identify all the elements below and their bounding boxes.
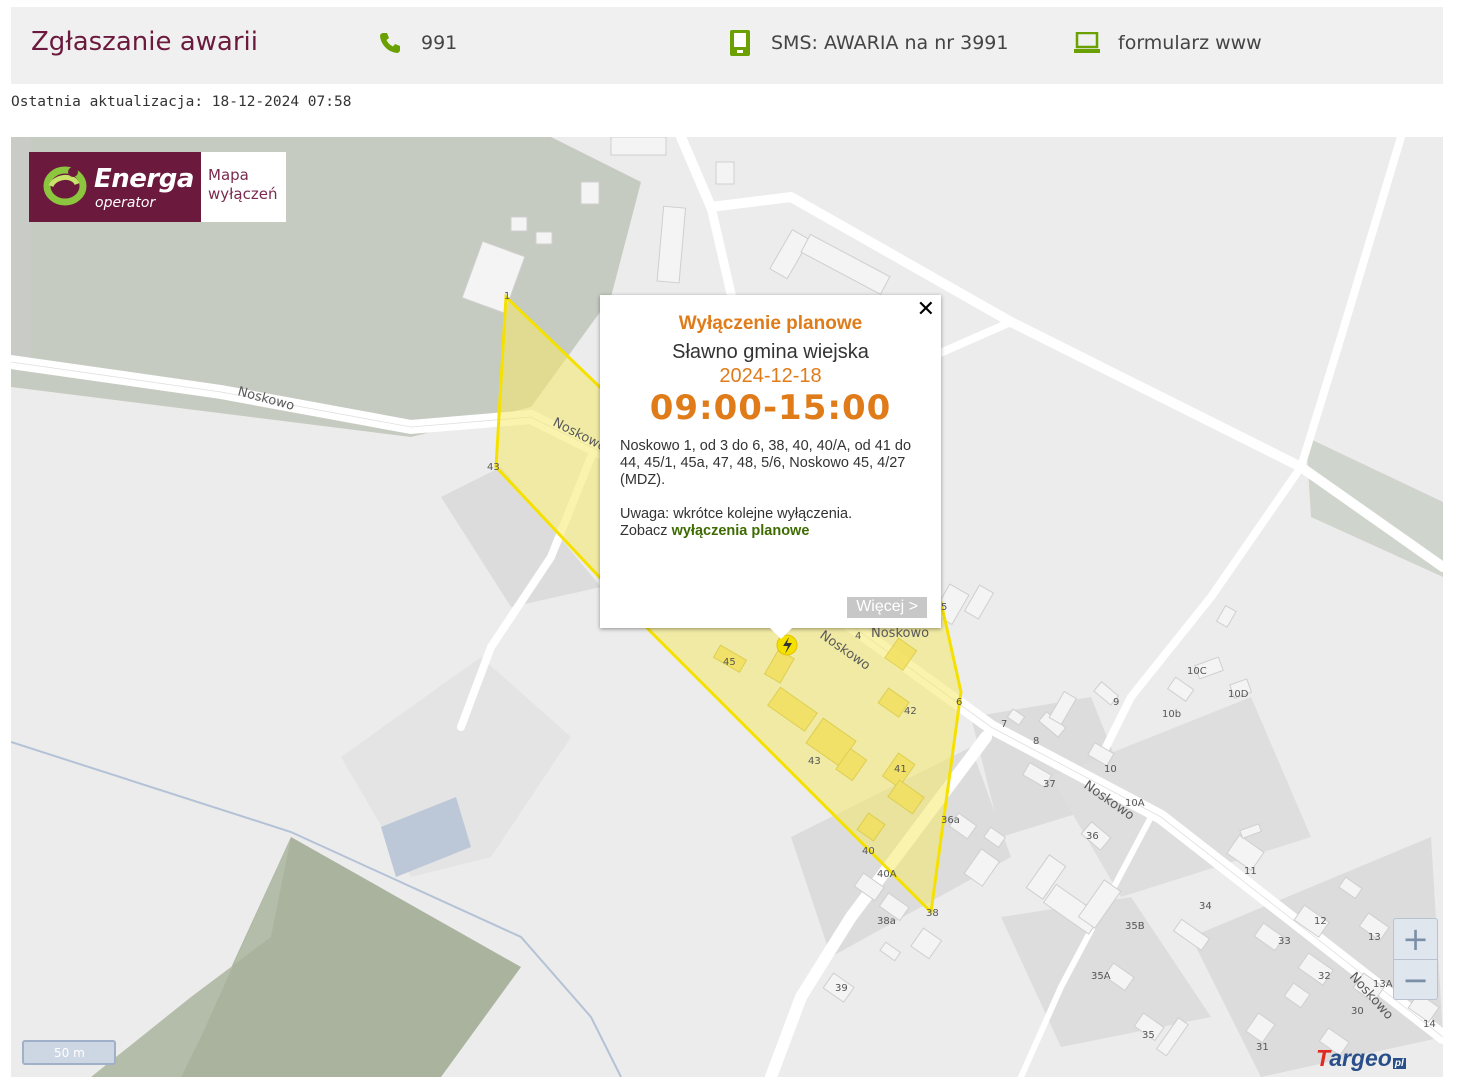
outage-note: Uwaga: wkrótce kolejne wyłączenia. Zobac… [620,506,931,540]
sms-text: SMS: AWARIA na nr 3991 [771,32,1009,54]
energa-logo[interactable]: Energa operator Mapa wyłączeń [29,152,286,222]
web-form-link[interactable]: formularz www [1118,32,1262,54]
popup-tail [770,628,792,639]
house-number: 43 [487,462,500,473]
house-number: 36 [1086,831,1099,842]
house-number: 38a [877,916,896,927]
house-number: 35B [1125,921,1145,932]
house-number: 14 [1423,1019,1436,1030]
forest-area-south [181,837,521,1077]
logo-sub: operator [95,195,156,211]
note-text: Uwaga: wkrótce kolejne wyłączenia. [620,506,853,522]
house-number: 43 [808,756,821,767]
house-number: 10D [1228,689,1249,700]
outage-place: Sławno gmina wiejska [672,341,869,363]
scale-label: 50 m [54,1046,85,1060]
house-number: 10C [1187,666,1207,677]
mobile-phone-icon [727,30,753,56]
outage-type: Wyłączenie planowe [678,313,863,334]
road-label: Noskowo [871,626,929,641]
logo-caption: Mapa wyłączeń [201,152,286,222]
house-number: 6 [956,697,962,708]
attribution-prefix: T [1316,1045,1330,1071]
phone-number: 991 [421,32,458,54]
outage-time: 09:00-15:00 [649,388,892,428]
house-number: 12 [1314,916,1327,927]
house-number: 8 [1033,736,1039,747]
outage-popup: ✕ Wyłączenie planowe Sławno gmina wiejsk… [600,295,941,639]
laptop-icon [1074,30,1100,56]
energa-swirl-icon [43,166,87,206]
house-number: 35 [1142,1030,1155,1041]
outage-map[interactable]: Noskowo Noskowo Noskowo Noskowo Noskowo … [11,137,1443,1077]
house-number: 11 [1244,866,1257,877]
house-number: 41 [894,764,907,775]
house-number: 5 [941,602,947,613]
logo-brand-block: Energa operator [29,152,201,222]
targeo-attribution[interactable]: Targeo pl [1316,1045,1406,1072]
house-number: 10b [1162,709,1181,720]
zoom-control: + − [1393,918,1438,1000]
house-number: 45 [723,657,736,668]
phone-icon [377,30,403,56]
web-form-contact[interactable]: formularz www [1074,29,1262,57]
logo-caption-line1: Mapa [208,166,249,184]
house-number: 33 [1278,936,1291,947]
planned-outages-link[interactable]: wyłączenia planowe [672,523,810,539]
close-icon[interactable]: ✕ [917,297,935,322]
house-number: 32 [1318,971,1331,982]
house-number: 30 [1351,1006,1364,1017]
outage-date: 2024-12-18 [719,365,822,387]
outage-addresses: Noskowo 1, od 3 do 6, 38, 40, 40/A, od 4… [620,438,912,488]
last-update: Ostatnia aktualizacja: 18-12-2024 07:58 [11,94,352,110]
logo-brand: Energa [94,164,194,194]
house-number: 10A [1125,798,1145,809]
house-number: 35A [1091,971,1111,982]
house-number: 7 [1001,719,1007,730]
note-see: Zobacz [620,523,668,539]
house-number: 40A [877,869,897,880]
scale-bar: 50 m [22,1040,116,1065]
house-number: 40 [862,846,875,857]
house-number: 37 [1043,779,1056,790]
header-bar: Zgłaszanie awarii 991 SMS: AWARIA na nr … [11,7,1443,84]
zoom-out-button[interactable]: − [1394,959,1437,999]
phone-contact[interactable]: 991 [377,29,457,57]
house-number: 13A [1373,979,1393,990]
page-title: Zgłaszanie awarii [31,27,258,57]
attribution-suffix: pl [1392,1058,1406,1069]
house-number: 4 [855,631,861,642]
house-number: 38 [926,908,939,919]
house-number: 39 [835,983,848,994]
house-number: 31 [1256,1042,1269,1053]
house-number: 13 [1368,932,1381,943]
house-number: 34 [1199,901,1212,912]
logo-caption-line2: wyłączeń [208,185,278,203]
attribution-name: argeo [1329,1045,1392,1071]
zoom-in-button[interactable]: + [1394,919,1437,959]
sms-contact[interactable]: SMS: AWARIA na nr 3991 [727,29,1008,57]
house-number: 36a [941,815,960,826]
house-number: 9 [1113,697,1119,708]
house-number: 42 [904,706,917,717]
house-number: 10 [1104,764,1117,775]
more-button[interactable]: Więcej > [847,597,927,618]
house-number: 1 [504,291,510,302]
